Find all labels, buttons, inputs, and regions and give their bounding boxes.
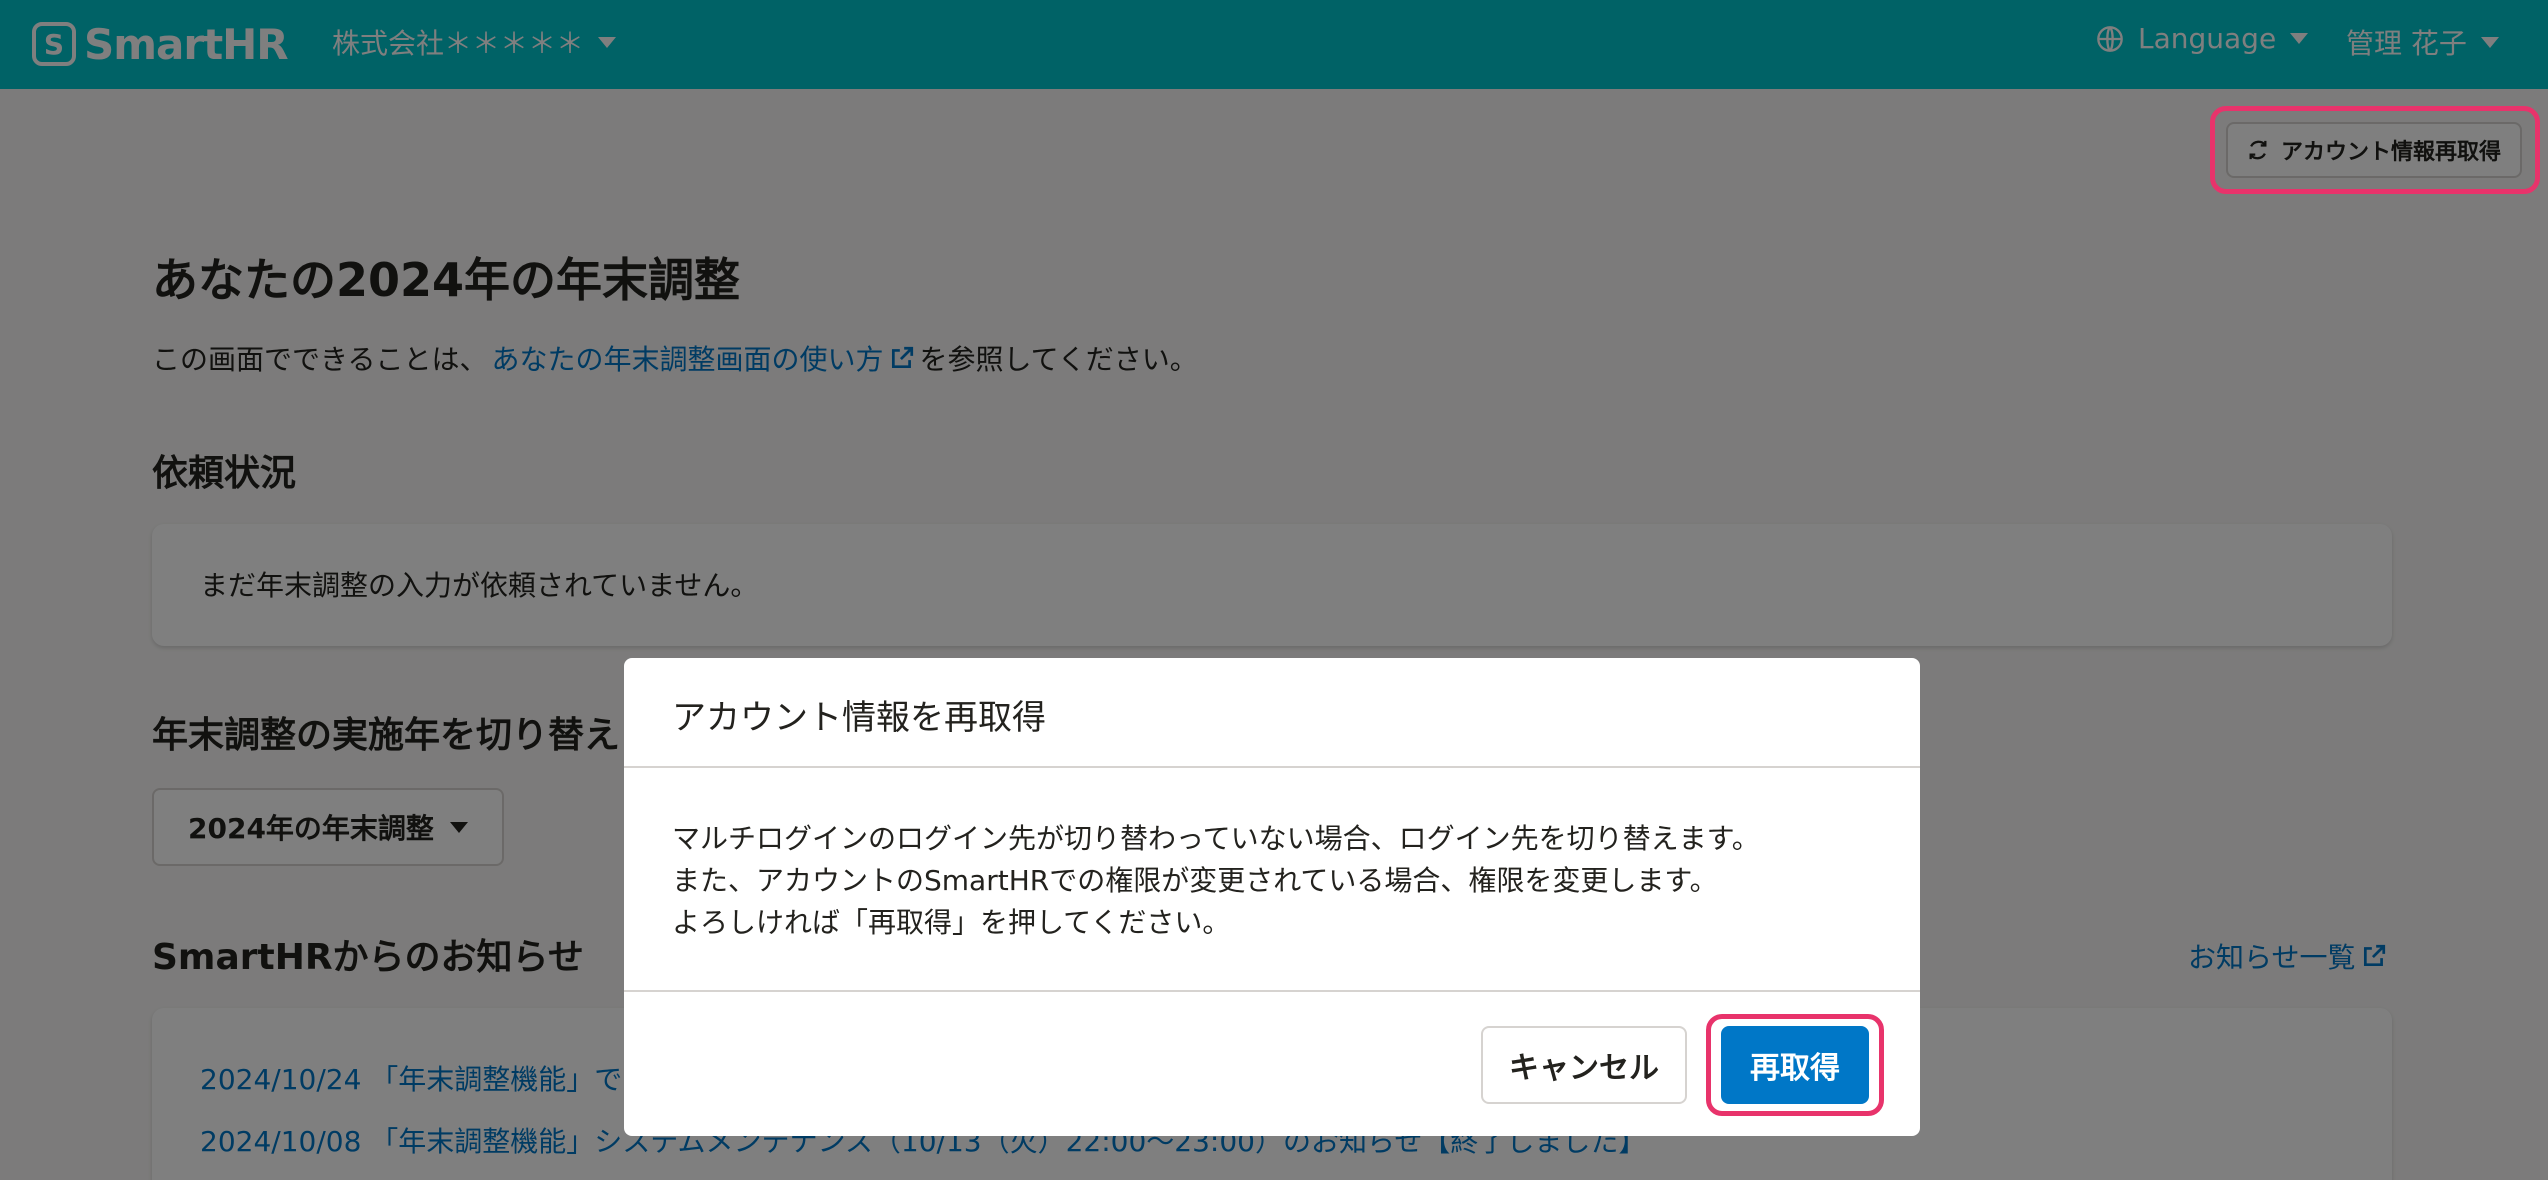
dialog-body-line: マルチログインのログイン先が切り替わっていない場合、ログイン先を切り替えます。 <box>672 822 1760 855</box>
dialog-divider <box>624 766 1920 768</box>
dialog-body-line: よろしければ「再取得」を押してください。 <box>672 906 1231 939</box>
refetch-button-highlight <box>1706 1014 1884 1116</box>
dialog-title: アカウント情報を再取得 <box>672 698 1046 738</box>
dialog-body: マルチログインのログイン先が切り替わっていない場合、ログイン先を切り替えます。 … <box>672 818 1760 944</box>
dialog-body-line: また、アカウントのSmartHRでの権限が変更されている場合、権限を変更します。 <box>672 864 1718 897</box>
dialog-divider <box>624 990 1920 992</box>
cancel-button[interactable]: キャンセル <box>1481 1026 1687 1104</box>
refresh-account-dialog: アカウント情報を再取得 マルチログインのログイン先が切り替わっていない場合、ログ… <box>624 658 1920 1136</box>
refresh-button-highlight <box>2210 106 2540 194</box>
